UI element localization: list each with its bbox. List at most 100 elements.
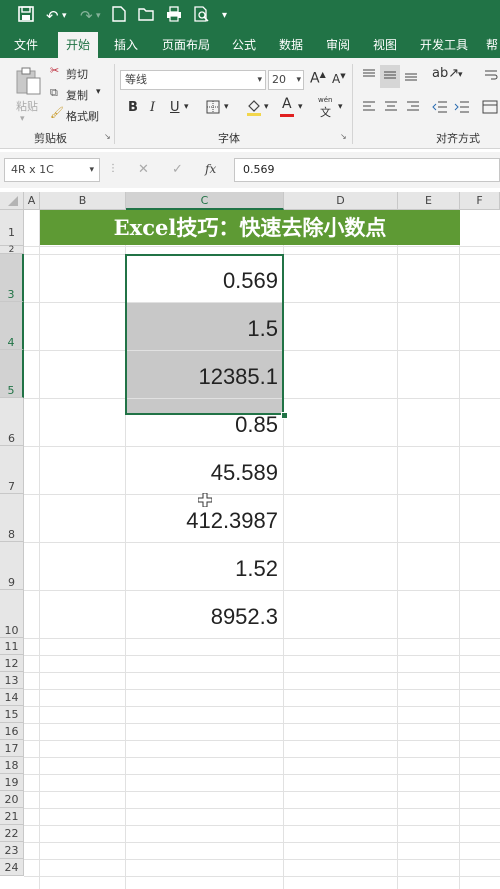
fill-color-icon[interactable] xyxy=(246,98,262,119)
grow-font-button[interactable]: A▲ xyxy=(310,70,326,87)
row-header[interactable]: 16 xyxy=(0,723,24,740)
orientation-dropdown-icon[interactable]: ▾ xyxy=(458,70,463,80)
column-header-d[interactable]: D xyxy=(284,192,398,210)
align-middle-icon[interactable] xyxy=(380,65,400,88)
format-painter-button[interactable]: 格式刷 xyxy=(66,108,99,124)
font-name-select[interactable]: 等线 ▾ xyxy=(120,70,266,90)
row-header[interactable]: 2 xyxy=(0,246,24,255)
orientation-icon[interactable]: ab↗ xyxy=(432,66,459,81)
tab-developer[interactable]: 开发工具 xyxy=(420,32,468,58)
row-header[interactable]: 1 xyxy=(0,210,24,246)
underline-button[interactable]: U xyxy=(170,100,180,115)
row-header[interactable]: 19 xyxy=(0,774,24,791)
row-header[interactable]: 17 xyxy=(0,740,24,757)
copy-dropdown-icon[interactable]: ▾ xyxy=(96,87,101,97)
sheet-title-cell[interactable]: Excel技巧：快速去除小数点 xyxy=(40,210,460,245)
font-color-dropdown-icon[interactable]: ▾ xyxy=(298,102,303,112)
underline-dropdown-icon[interactable]: ▾ xyxy=(184,102,189,112)
paste-dropdown-icon[interactable]: ▾ xyxy=(20,114,25,124)
row-header[interactable]: 22 xyxy=(0,825,24,842)
row-header[interactable]: 21 xyxy=(0,808,24,825)
borders-icon[interactable] xyxy=(206,100,220,117)
align-left-icon[interactable] xyxy=(362,100,376,117)
redo-dropdown-icon[interactable]: ▾ xyxy=(96,6,101,26)
paste-icon[interactable] xyxy=(14,66,42,99)
undo-dropdown-icon[interactable]: ▾ xyxy=(62,6,67,26)
fill-color-dropdown-icon[interactable]: ▾ xyxy=(264,102,269,112)
row-header[interactable]: 9 xyxy=(0,542,24,590)
enter-entry-button[interactable]: ✓ xyxy=(172,162,183,177)
column-header-e[interactable]: E xyxy=(398,192,460,210)
align-top-icon[interactable] xyxy=(362,68,376,85)
fill-handle[interactable] xyxy=(281,412,288,419)
row-header[interactable]: 15 xyxy=(0,706,24,723)
tab-view[interactable]: 视图 xyxy=(373,32,397,58)
column-header-f[interactable]: F xyxy=(460,192,500,210)
align-right-icon[interactable] xyxy=(406,100,420,117)
formula-input[interactable]: 0.569 xyxy=(234,158,500,182)
row-header[interactable]: 14 xyxy=(0,689,24,706)
borders-dropdown-icon[interactable]: ▾ xyxy=(224,102,229,112)
shrink-font-button[interactable]: A▼ xyxy=(332,72,346,86)
print-icon[interactable] xyxy=(166,6,182,27)
open-icon[interactable] xyxy=(138,6,154,26)
column-header-c[interactable]: C xyxy=(126,192,284,210)
tab-help[interactable]: 帮 xyxy=(486,32,498,58)
row-header[interactable]: 20 xyxy=(0,791,24,808)
save-icon[interactable] xyxy=(18,6,34,27)
bold-button[interactable]: B xyxy=(128,100,138,115)
row-header[interactable]: 4 xyxy=(0,302,24,350)
new-file-icon[interactable] xyxy=(112,6,126,27)
column-header-a[interactable]: A xyxy=(24,192,40,210)
print-preview-icon[interactable] xyxy=(194,6,210,27)
row-header[interactable]: 6 xyxy=(0,398,24,446)
increase-indent-icon[interactable] xyxy=(454,100,470,117)
row-header[interactable]: 5 xyxy=(0,350,24,398)
font-launcher-icon[interactable]: ↘ xyxy=(340,132,347,141)
row-header[interactable]: 13 xyxy=(0,672,24,689)
cell-c8[interactable]: 412.3987 xyxy=(126,508,278,534)
tab-review[interactable]: 审阅 xyxy=(326,32,350,58)
italic-button[interactable]: I xyxy=(150,100,155,115)
cell-c9[interactable]: 1.52 xyxy=(126,556,278,582)
row-header[interactable]: 7 xyxy=(0,446,24,494)
tab-data[interactable]: 数据 xyxy=(279,32,303,58)
row-header[interactable]: 23 xyxy=(0,842,24,859)
tab-formulas[interactable]: 公式 xyxy=(232,32,256,58)
cut-button[interactable]: 剪切 xyxy=(66,66,88,82)
clipboard-launcher-icon[interactable]: ↘ xyxy=(104,132,111,141)
cancel-entry-button[interactable]: ✕ xyxy=(138,162,149,177)
insert-function-button[interactable]: fx xyxy=(205,162,216,176)
row-header[interactable]: 8 xyxy=(0,494,24,542)
cell-c7[interactable]: 45.589 xyxy=(126,460,278,486)
merge-center-icon[interactable] xyxy=(482,100,498,117)
align-bottom-icon[interactable] xyxy=(404,68,418,85)
redo-icon[interactable]: ↷ xyxy=(80,6,93,26)
copy-button[interactable]: 复制 xyxy=(66,87,88,103)
tab-insert[interactable]: 插入 xyxy=(114,32,138,58)
select-all-button[interactable] xyxy=(0,192,24,210)
row-header[interactable]: 24 xyxy=(0,859,24,876)
tab-home[interactable]: 开始 xyxy=(58,32,99,58)
row-header[interactable]: 3 xyxy=(0,254,24,302)
paste-button[interactable]: 粘贴 xyxy=(16,98,38,114)
cell-c10[interactable]: 8952.3 xyxy=(126,604,278,630)
row-header[interactable]: 10 xyxy=(0,590,24,638)
cell-c6[interactable]: 0.85 xyxy=(126,412,278,438)
decrease-indent-icon[interactable] xyxy=(432,100,448,117)
tab-file[interactable]: 文件 xyxy=(14,32,38,58)
row-header[interactable]: 18 xyxy=(0,757,24,774)
wrap-text-icon[interactable] xyxy=(484,68,498,85)
font-size-select[interactable]: 20 ▾ xyxy=(268,70,304,90)
phonetic-dropdown-icon[interactable]: ▾ xyxy=(338,102,343,112)
column-header-b[interactable]: B xyxy=(40,192,126,210)
font-color-button[interactable]: A xyxy=(282,96,292,112)
row-header[interactable]: 12 xyxy=(0,655,24,672)
tab-page-layout[interactable]: 页面布局 xyxy=(162,32,210,58)
worksheet-grid[interactable]: A B C D E F 1 2 3 4 5 6 7 8 9 10 11 12 1… xyxy=(0,192,500,889)
undo-icon[interactable]: ↶ xyxy=(46,6,59,26)
row-header[interactable]: 11 xyxy=(0,638,24,655)
customize-qat-icon[interactable]: ▾ xyxy=(222,6,227,26)
phonetic-button[interactable]: 文 xyxy=(320,104,331,120)
name-box[interactable]: 4R x 1C ▾ xyxy=(4,158,100,182)
